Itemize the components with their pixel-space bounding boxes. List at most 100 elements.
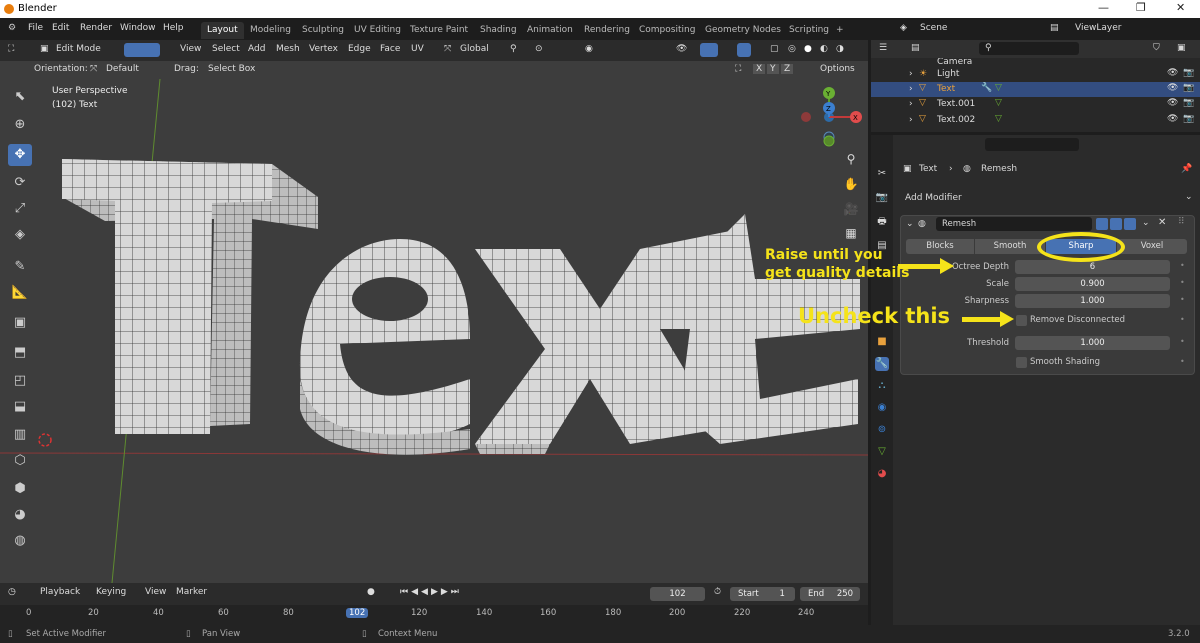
menu-add[interactable]: Add bbox=[248, 44, 265, 54]
tool-rotate-icon[interactable]: ⟳ bbox=[8, 172, 32, 194]
tab-rendering[interactable]: Rendering bbox=[578, 22, 636, 39]
outliner-search-input[interactable] bbox=[979, 42, 1079, 55]
tab-particles-icon[interactable]: ⛬ bbox=[875, 379, 889, 393]
camera-view-icon[interactable]: 🎥 bbox=[842, 200, 860, 218]
tab-geometry-nodes[interactable]: Geometry Nodes bbox=[699, 22, 787, 39]
tool-annotate-icon[interactable]: ✎ bbox=[8, 256, 32, 278]
menu-edge[interactable]: Edge bbox=[348, 44, 371, 54]
tab-tool-icon[interactable]: ✂ bbox=[875, 167, 889, 181]
smooth-shading-checkbox[interactable] bbox=[1016, 357, 1027, 368]
mirror-x-toggle[interactable]: X bbox=[753, 64, 766, 74]
outliner-row[interactable]: › ▽ Text.001 ▽ 👁 📷 bbox=[871, 97, 1200, 112]
menu-mesh[interactable]: Mesh bbox=[276, 44, 300, 54]
visibility-eye-icon[interactable]: 👁 bbox=[1167, 114, 1178, 124]
tab-layout[interactable]: Layout bbox=[201, 22, 244, 39]
menu-help[interactable]: Help bbox=[163, 23, 184, 33]
tab-texture-paint[interactable]: Texture Paint bbox=[404, 22, 474, 39]
tool-bevel-icon[interactable]: ⬓ bbox=[8, 396, 32, 418]
tab-render-icon[interactable]: 📷 bbox=[875, 191, 889, 205]
shading-wireframe-icon[interactable]: ◎ bbox=[788, 44, 796, 54]
menu-uv[interactable]: UV bbox=[411, 44, 424, 54]
tab-modeling[interactable]: Modeling bbox=[244, 22, 297, 39]
mode-voxel[interactable]: Voxel bbox=[1117, 239, 1187, 254]
select-mode-buttons[interactable] bbox=[124, 43, 160, 57]
properties-search-input[interactable] bbox=[985, 138, 1079, 151]
snap-icon[interactable]: ⊙ bbox=[535, 44, 543, 54]
tool-add-cube-icon[interactable]: ▣ bbox=[8, 312, 32, 334]
add-modifier-dropdown[interactable]: Add Modifier bbox=[901, 190, 1193, 206]
keyframe-dot-icon[interactable]: • bbox=[1180, 261, 1185, 270]
transform-orientation-dropdown[interactable]: Global bbox=[460, 44, 489, 54]
tool-extrude-icon[interactable]: ⬒ bbox=[8, 342, 32, 364]
display-mode-icon[interactable]: ▤ bbox=[911, 43, 920, 53]
threshold-field[interactable]: 1.000 bbox=[1015, 336, 1170, 350]
expand-arrow-icon[interactable]: › bbox=[909, 69, 913, 79]
keyframe-dot-icon[interactable]: • bbox=[1180, 278, 1185, 287]
keyframe-dot-icon[interactable]: • bbox=[1180, 357, 1185, 366]
octree-depth-field[interactable]: 6 bbox=[1015, 260, 1170, 274]
tab-scripting[interactable]: Scripting bbox=[783, 22, 835, 39]
tab-modifiers-icon[interactable]: 🔧 bbox=[875, 357, 889, 371]
tool-smooth-icon[interactable]: ◍ bbox=[8, 530, 32, 552]
menu-render[interactable]: Render bbox=[80, 23, 112, 33]
menu-window[interactable]: Window bbox=[120, 23, 156, 33]
new-collection-icon[interactable]: ▣ bbox=[1177, 43, 1186, 53]
menu-edit[interactable]: Edit bbox=[52, 23, 69, 33]
modifier-menu-icon[interactable]: ⌄ bbox=[1142, 218, 1150, 228]
shading-material-icon[interactable]: ◐ bbox=[820, 44, 828, 54]
menu-face[interactable]: Face bbox=[380, 44, 400, 54]
menu-marker[interactable]: Marker bbox=[176, 587, 207, 597]
tab-compositing[interactable]: Compositing bbox=[633, 22, 701, 39]
remove-disconnected-checkbox[interactable] bbox=[1016, 315, 1027, 326]
tab-sculpting[interactable]: Sculpting bbox=[296, 22, 350, 39]
mode-smooth[interactable]: Smooth bbox=[975, 239, 1045, 254]
keyframe-dot-icon[interactable]: • bbox=[1180, 337, 1185, 346]
orientation-dropdown[interactable]: Default bbox=[106, 64, 139, 74]
visibility-eye-icon[interactable]: 👁 bbox=[1167, 98, 1178, 108]
tab-constraints-icon[interactable]: ⊚ bbox=[875, 423, 889, 437]
expand-arrow-icon[interactable]: › bbox=[909, 99, 913, 109]
tab-shading[interactable]: Shading bbox=[474, 22, 523, 39]
tool-loop-cut-icon[interactable]: ▥ bbox=[8, 424, 32, 446]
tab-object-icon[interactable]: ■ bbox=[875, 335, 889, 349]
xray-icon[interactable]: ▢ bbox=[770, 44, 779, 54]
tab-uv-editing[interactable]: UV Editing bbox=[348, 22, 407, 39]
render-toggle[interactable] bbox=[1124, 218, 1136, 230]
tab-physics-icon[interactable]: ◉ bbox=[875, 401, 889, 415]
expand-arrow-icon[interactable]: › bbox=[909, 84, 913, 94]
keyframe-dot-icon[interactable]: • bbox=[1180, 315, 1185, 324]
render-camera-icon[interactable]: 📷 bbox=[1183, 83, 1194, 93]
filter-icon[interactable]: ⛉ bbox=[1153, 43, 1160, 53]
end-frame-field[interactable]: End 250 bbox=[800, 587, 860, 601]
maximize-button[interactable]: ❐ bbox=[1136, 1, 1146, 14]
drag-dropdown[interactable]: Select Box bbox=[208, 64, 255, 74]
visibility-icon[interactable]: 👁 bbox=[676, 44, 687, 54]
shading-solid-icon[interactable]: ● bbox=[804, 44, 812, 54]
outliner-editor-icon[interactable]: ☰ bbox=[879, 43, 887, 53]
outliner-row-selected[interactable]: › ▽ Text 🔧 ▽ 👁 📷 bbox=[871, 82, 1200, 97]
zoom-icon[interactable]: ⚲ bbox=[842, 150, 860, 168]
drag-handle-icon[interactable]: ⠿ bbox=[1178, 217, 1185, 227]
menu-vertex[interactable]: Vertex bbox=[309, 44, 338, 54]
shading-rendered-icon[interactable]: ◑ bbox=[836, 44, 844, 54]
menu-playback[interactable]: Playback bbox=[40, 587, 80, 597]
blender-menu-icon[interactable]: ⚙ bbox=[8, 23, 16, 33]
outliner-row[interactable]: › ▽ Text.002 ▽ 👁 📷 bbox=[871, 113, 1200, 128]
pin-icon[interactable]: 📌 bbox=[1181, 164, 1192, 174]
pivot-icon[interactable]: ⚲ bbox=[510, 44, 517, 54]
pan-hand-icon[interactable]: ✋ bbox=[842, 175, 860, 193]
add-workspace-button[interactable]: + bbox=[830, 22, 850, 39]
edit-mode-toggle[interactable] bbox=[1096, 218, 1108, 230]
viewlayer-name[interactable]: ViewLayer bbox=[1075, 23, 1121, 33]
tool-select-icon[interactable]: ⬉ bbox=[8, 86, 32, 108]
gizmo-toggle-button[interactable] bbox=[700, 43, 718, 57]
expand-arrow-icon[interactable]: › bbox=[909, 115, 913, 125]
record-icon[interactable]: ● bbox=[367, 587, 375, 597]
tab-data-icon[interactable]: ▽ bbox=[875, 445, 889, 459]
timeline-ruler[interactable]: 0 20 40 60 80 102 120 140 160 180 200 22… bbox=[0, 605, 868, 625]
scale-field[interactable]: 0.900 bbox=[1015, 277, 1170, 291]
menu-view[interactable]: View bbox=[180, 44, 201, 54]
tool-measure-icon[interactable]: 📐 bbox=[8, 282, 32, 304]
tool-poly-build-icon[interactable]: ⬢ bbox=[8, 478, 32, 500]
keyframe-dot-icon[interactable]: • bbox=[1180, 295, 1185, 304]
